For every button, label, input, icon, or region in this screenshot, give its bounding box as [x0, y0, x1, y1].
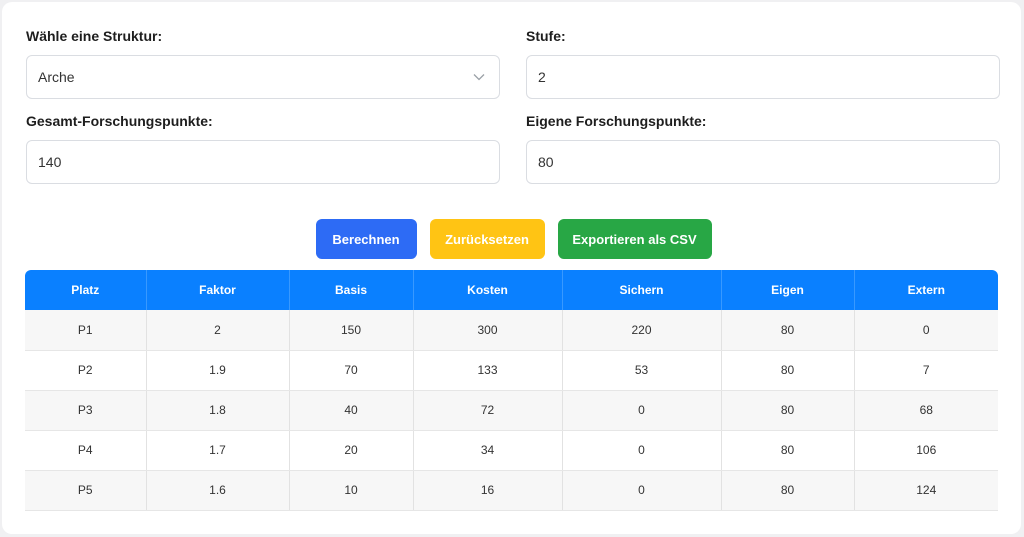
table-cell: P4: [25, 430, 147, 471]
total-points-field-group: Gesamt-Forschungspunkte:: [26, 113, 500, 184]
table-row: P4 1.7 20 34 0 80 106: [25, 430, 998, 471]
table-cell: 80: [721, 350, 855, 391]
table-cell: 1.8: [146, 390, 290, 431]
total-points-input[interactable]: [38, 154, 488, 170]
calculate-button[interactable]: Berechnen: [315, 219, 417, 259]
column-header: Extern: [854, 270, 998, 310]
table-cell: 124: [854, 470, 998, 511]
structure-select[interactable]: Arche: [26, 55, 500, 99]
table-row: P3 1.8 40 72 0 80 68: [25, 390, 998, 431]
structure-field-group: Wähle eine Struktur: Arche: [26, 28, 500, 99]
reset-button[interactable]: Zurücksetzen: [429, 219, 545, 259]
stufe-field-group: Stufe:: [526, 28, 1000, 99]
action-buttons: Berechnen Zurücksetzen Exportieren als C…: [2, 219, 1024, 259]
column-header: Eigen: [721, 270, 855, 310]
table-cell: 1.9: [146, 350, 290, 391]
results-table: Platz Faktor Basis Kosten Sichern Eigen …: [25, 270, 998, 511]
table-cell: 1.7: [146, 430, 290, 471]
table-cell: 53: [562, 350, 722, 391]
table-cell: 80: [721, 390, 855, 431]
table-header-row: Platz Faktor Basis Kosten Sichern Eigen …: [25, 270, 998, 310]
export-csv-button[interactable]: Exportieren als CSV: [557, 219, 712, 259]
stufe-input[interactable]: [538, 69, 988, 85]
own-points-field-box: [526, 140, 1000, 184]
table-cell: P1: [25, 310, 147, 351]
table-row: P5 1.6 10 16 0 80 124: [25, 470, 998, 511]
table-cell: 300: [413, 310, 563, 351]
own-points-input[interactable]: [538, 154, 988, 170]
table-cell: 133: [413, 350, 563, 391]
stufe-label: Stufe:: [526, 28, 566, 44]
structure-label: Wähle eine Struktur:: [26, 28, 163, 44]
table-cell: 34: [413, 430, 563, 471]
table-cell: 106: [854, 430, 998, 471]
table-cell: 2: [146, 310, 290, 351]
table-row: P2 1.9 70 133 53 80 7: [25, 350, 998, 391]
table-cell: P2: [25, 350, 147, 391]
input-form: Wähle eine Struktur: Arche Stufe: Gesamt…: [26, 28, 1000, 184]
stufe-field-box: [526, 55, 1000, 99]
table-cell: 40: [289, 390, 414, 431]
table-cell: 20: [289, 430, 414, 471]
column-header: Platz: [25, 270, 147, 310]
column-header: Faktor: [146, 270, 290, 310]
table-cell: 80: [721, 470, 855, 511]
table-cell: 220: [562, 310, 722, 351]
table-cell: P3: [25, 390, 147, 431]
results-table-container: Platz Faktor Basis Kosten Sichern Eigen …: [25, 270, 998, 511]
table-cell: 68: [854, 390, 998, 431]
table-cell: 70: [289, 350, 414, 391]
own-points-field-group: Eigene Forschungspunkte:: [526, 113, 1000, 184]
column-header: Sichern: [562, 270, 722, 310]
table-cell: P5: [25, 470, 147, 511]
table-cell: 16: [413, 470, 563, 511]
total-points-label: Gesamt-Forschungspunkte:: [26, 113, 213, 129]
table-cell: 80: [721, 310, 855, 351]
chevron-down-icon: [473, 74, 485, 81]
table-cell: 80: [721, 430, 855, 471]
column-header: Kosten: [413, 270, 563, 310]
table-cell: 150: [289, 310, 414, 351]
table-cell: 0: [562, 390, 722, 431]
table-cell: 7: [854, 350, 998, 391]
column-header: Basis: [289, 270, 414, 310]
table-cell: 0: [562, 430, 722, 471]
table-cell: 0: [562, 470, 722, 511]
table-cell: 1.6: [146, 470, 290, 511]
total-points-field-box: [26, 140, 500, 184]
table-cell: 10: [289, 470, 414, 511]
table-row: P1 2 150 300 220 80 0: [25, 310, 998, 351]
table-cell: 72: [413, 390, 563, 431]
structure-select-value: Arche: [38, 69, 75, 85]
own-points-label: Eigene Forschungspunkte:: [526, 113, 707, 129]
table-cell: 0: [854, 310, 998, 351]
